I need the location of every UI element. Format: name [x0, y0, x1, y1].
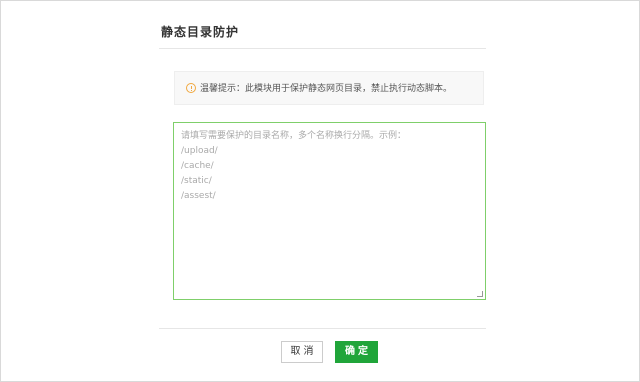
- dialog-title: 静态目录防护: [161, 25, 240, 39]
- confirm-button[interactable]: 确定: [335, 341, 378, 363]
- directory-input-wrapper: [173, 122, 486, 300]
- dialog: 静态目录防护 温馨提示：此模块用于保护静态网页目录，禁止执行动态脚本。 取消 确…: [0, 0, 640, 382]
- resize-handle-icon[interactable]: [477, 291, 483, 297]
- notice-text: 温馨提示：此模块用于保护静态网页目录，禁止执行动态脚本。: [200, 84, 453, 94]
- cancel-button[interactable]: 取消: [281, 341, 323, 363]
- warning-circle-icon: [186, 83, 196, 93]
- title-divider: [159, 48, 486, 49]
- directory-input[interactable]: [174, 123, 485, 299]
- footer-divider: [159, 328, 486, 329]
- notice-banner: 温馨提示：此模块用于保护静态网页目录，禁止执行动态脚本。: [174, 71, 484, 105]
